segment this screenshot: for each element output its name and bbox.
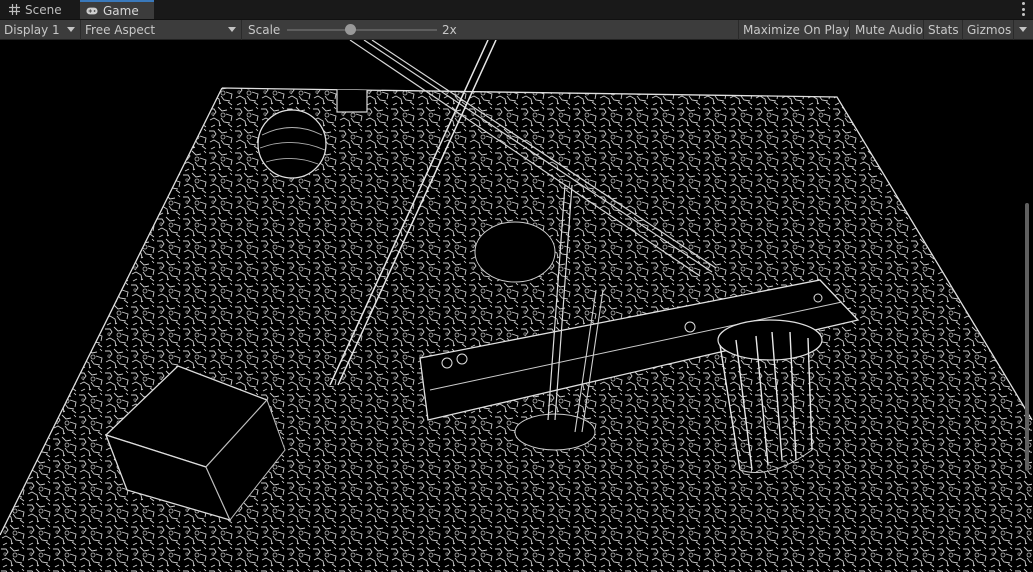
maximize-on-play-label: Maximize On Play (743, 23, 850, 37)
tab-scene[interactable]: Scene (0, 0, 78, 19)
scale-slider-thumb[interactable] (345, 24, 356, 35)
display-dropdown[interactable]: Display 1 (0, 20, 81, 40)
aspect-dropdown-label: Free Aspect (85, 23, 156, 37)
stats-button[interactable]: Stats (924, 20, 963, 40)
display-dropdown-label: Display 1 (4, 23, 60, 37)
small-box-object (336, 88, 368, 113)
game-toolbar: Display 1 Free Aspect Scale 2x Maximize … (0, 20, 1033, 40)
chevron-down-icon (228, 27, 236, 32)
scale-label: Scale (248, 23, 281, 37)
more-options-icon[interactable] (1020, 2, 1026, 16)
tab-scene-label: Scene (25, 2, 62, 17)
chevron-down-icon (1019, 27, 1027, 32)
tab-bar: Scene Game (0, 0, 1033, 20)
mute-audio-label: Mute Audio (855, 23, 923, 37)
edge-render-view (0, 40, 1033, 572)
chevron-down-icon (67, 27, 75, 32)
gamepad-icon (86, 5, 98, 17)
mute-audio-button[interactable]: Mute Audio (850, 20, 924, 40)
maximize-on-play-button[interactable]: Maximize On Play (739, 20, 850, 40)
aspect-dropdown[interactable]: Free Aspect (81, 20, 242, 40)
gizmos-label: Gizmos (967, 23, 1012, 37)
tab-game-label: Game (103, 3, 139, 18)
tab-game[interactable]: Game (80, 0, 154, 19)
stats-label: Stats (928, 23, 959, 37)
viewport-scrollbar[interactable] (1025, 203, 1029, 471)
textured-floor (0, 87, 1033, 572)
sphere-object (257, 109, 327, 179)
scale-value: 2x (442, 23, 457, 37)
grid-icon (8, 4, 20, 16)
gizmos-dropdown[interactable] (1014, 20, 1033, 40)
game-viewport[interactable] (0, 40, 1033, 572)
scale-slider-track[interactable] (287, 29, 437, 31)
gizmos-button[interactable]: Gizmos (963, 20, 1014, 40)
